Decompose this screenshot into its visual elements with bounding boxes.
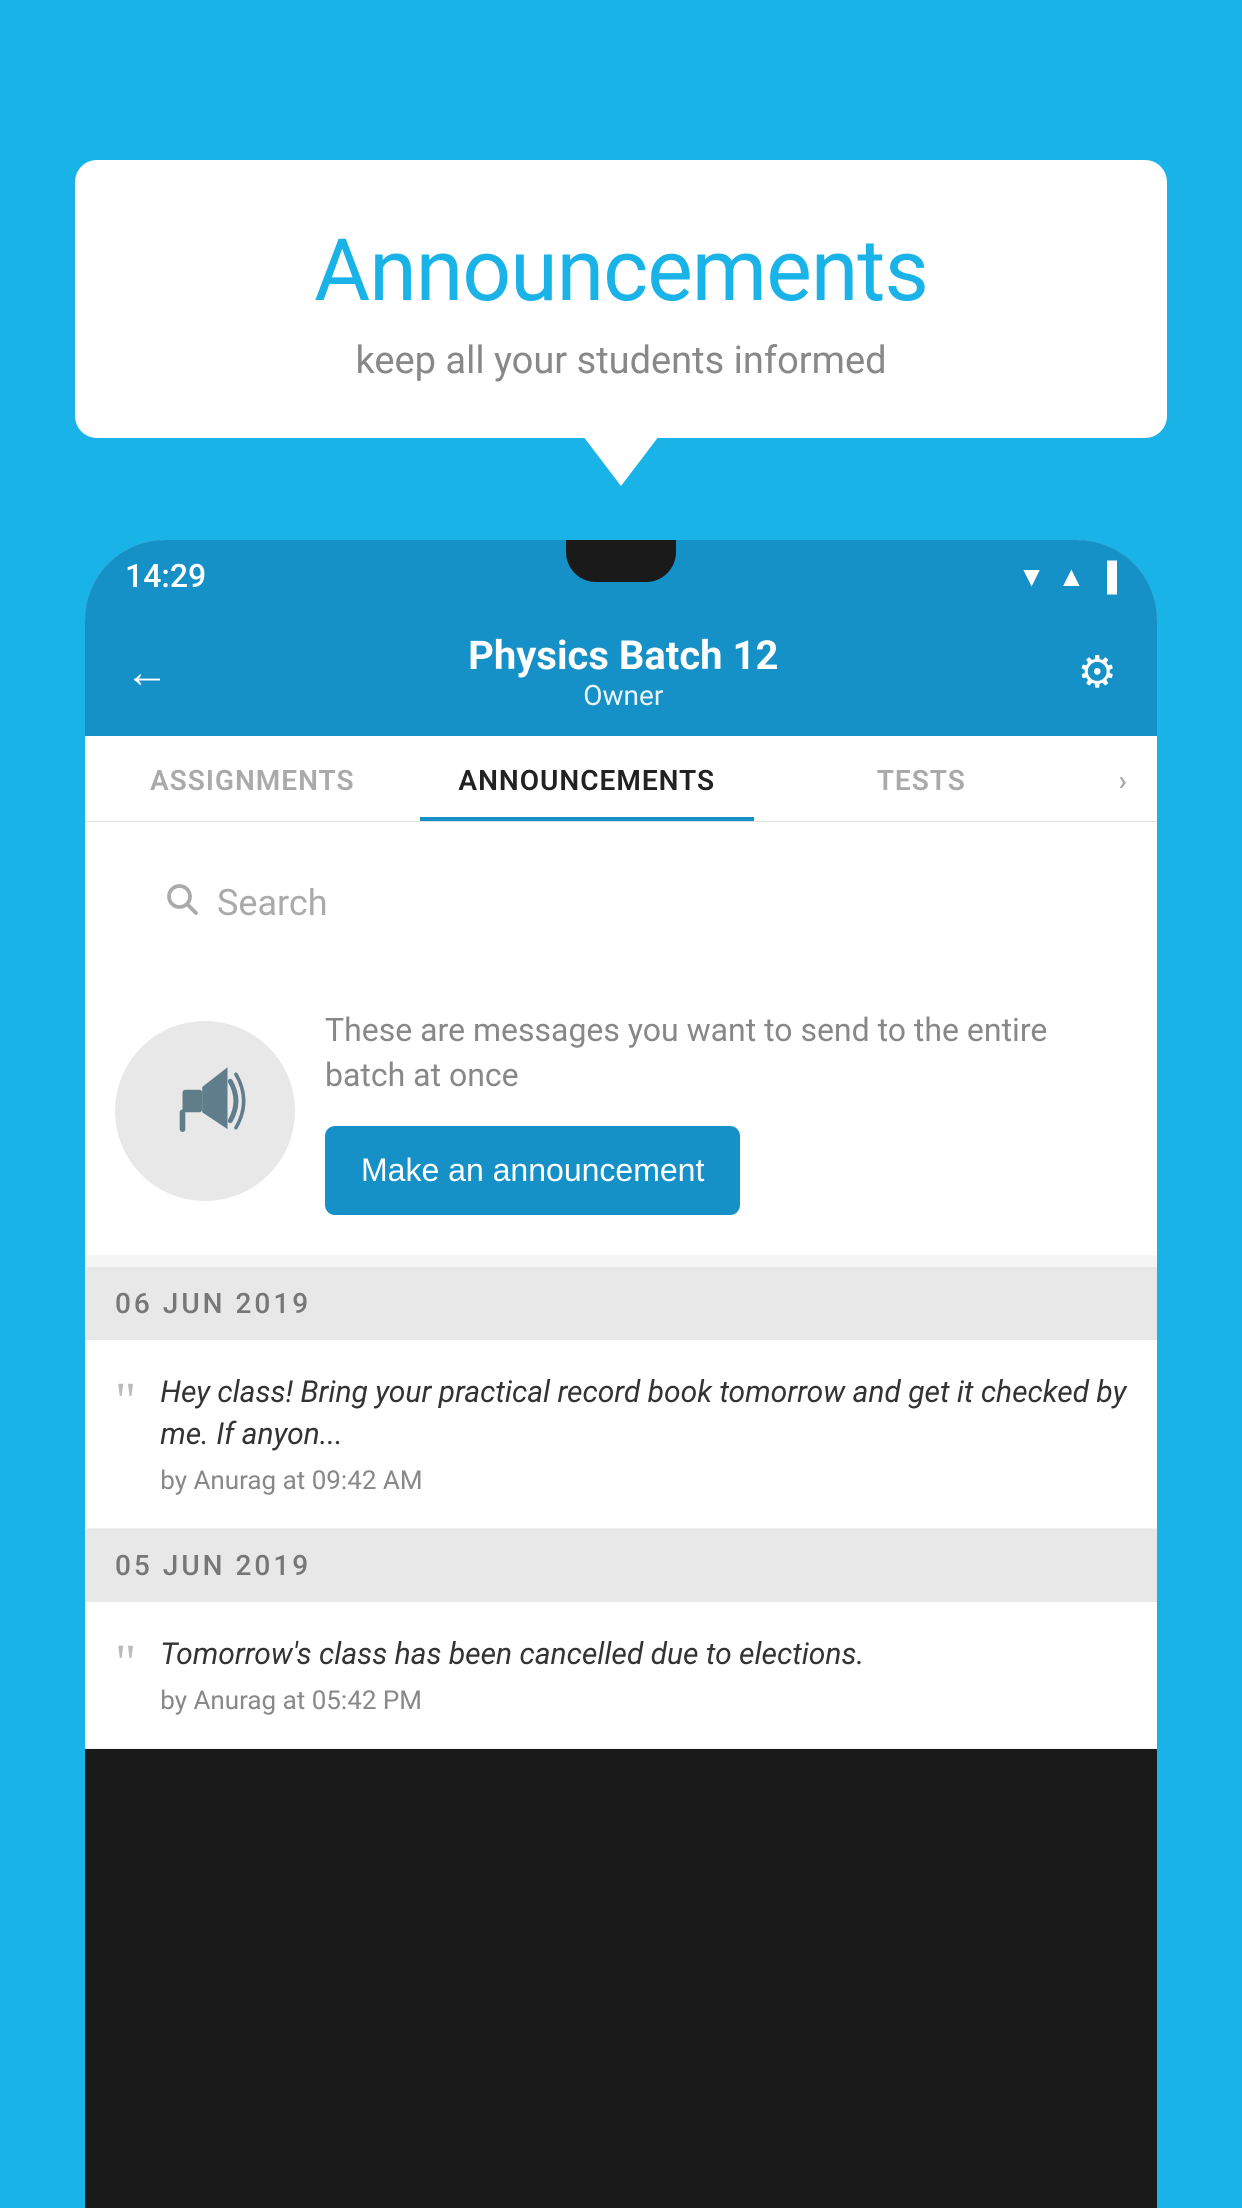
search-container-wrapper: Search [85,822,1157,968]
notch [566,540,676,582]
announcement-item-1[interactable]: " Hey class! Bring your practical record… [85,1340,1157,1529]
search-placeholder: Search [217,882,328,924]
phone-inner: 14:29 ▼ ▲ ▐ ← Physics Batch 12 Owner ⚙ [85,540,1157,1749]
announcement-content-2: Tomorrow's class has been cancelled due … [160,1634,1127,1716]
announcement-content-1: Hey class! Bring your practical record b… [160,1372,1127,1496]
signal-icon: ▲ [1057,560,1085,593]
tab-tests[interactable]: TESTS [754,736,1089,821]
announcement-text-1: Hey class! Bring your practical record b… [160,1372,1127,1456]
wifi-icon: ▼ [1018,560,1046,593]
back-button[interactable]: ← [125,646,169,698]
speech-bubble-container: Announcements keep all your students inf… [75,160,1167,438]
announcement-item-2[interactable]: " Tomorrow's class has been cancelled du… [85,1602,1157,1749]
announcement-prompt: These are messages you want to send to t… [85,968,1157,1255]
quote-icon-2: " [115,1638,136,1690]
prompt-right: These are messages you want to send to t… [325,1008,1127,1215]
prompt-description: These are messages you want to send to t… [325,1008,1127,1098]
header-subtitle: Owner [468,679,778,712]
search-bar[interactable]: Search [133,858,1109,948]
app-header: ← Physics Batch 12 Owner ⚙ [85,612,1157,736]
quote-icon-1: " [115,1376,136,1428]
status-bar: 14:29 ▼ ▲ ▐ [85,540,1157,612]
date-separator-1: 06 JUN 2019 [85,1267,1157,1340]
bubble-title: Announcements [125,220,1117,321]
bubble-subtitle: keep all your students informed [125,339,1117,383]
tab-announcements[interactable]: ANNOUNCEMENTS [420,736,755,821]
speech-bubble: Announcements keep all your students inf… [75,160,1167,438]
tab-more[interactable]: › [1089,736,1157,821]
status-icons: ▼ ▲ ▐ [1018,560,1117,593]
header-center: Physics Batch 12 Owner [468,632,778,712]
make-announcement-button[interactable]: Make an announcement [325,1126,740,1215]
announcement-meta-2: by Anurag at 05:42 PM [160,1686,1127,1716]
phone-screen: 14:29 ▼ ▲ ▐ ← Physics Batch 12 Owner ⚙ [85,540,1157,1749]
tab-assignments[interactable]: ASSIGNMENTS [85,736,420,821]
settings-gear-icon[interactable]: ⚙ [1078,646,1117,698]
megaphone-circle [115,1021,295,1201]
status-time: 14:29 [125,557,206,595]
search-icon [163,880,199,926]
battery-icon: ▐ [1097,560,1117,593]
megaphone-icon [160,1056,250,1166]
date-separator-2: 05 JUN 2019 [85,1529,1157,1602]
phone-frame: 14:29 ▼ ▲ ▐ ← Physics Batch 12 Owner ⚙ [85,540,1157,2208]
announcement-text-2: Tomorrow's class has been cancelled due … [160,1634,1127,1676]
header-title: Physics Batch 12 [468,632,778,679]
phone-container: 14:29 ▼ ▲ ▐ ← Physics Batch 12 Owner ⚙ [85,540,1157,2208]
announcement-meta-1: by Anurag at 09:42 AM [160,1466,1127,1496]
tabs-container: ASSIGNMENTS ANNOUNCEMENTS TESTS › [85,736,1157,822]
